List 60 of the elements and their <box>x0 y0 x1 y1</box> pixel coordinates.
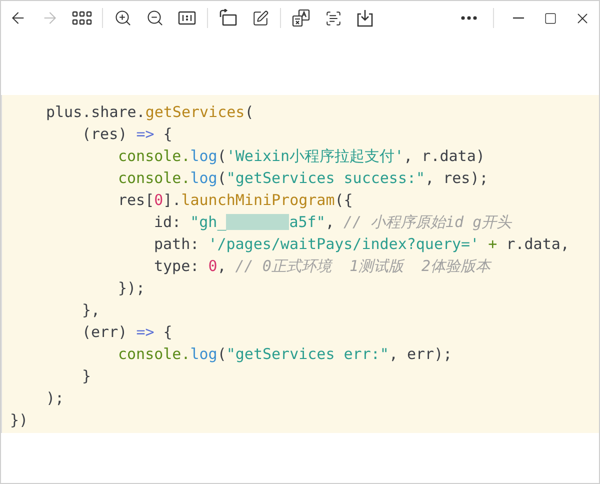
code-text: { <box>162 322 172 342</box>
code-text: r.data, <box>505 234 570 254</box>
code-text: path: <box>154 234 200 254</box>
more-icon <box>461 16 477 20</box>
code-text: ( <box>217 344 226 364</box>
code-text: (err) <box>82 322 128 342</box>
string-literal: 'Weixin小程序拉起支付' <box>226 146 404 166</box>
rotate-icon <box>219 9 237 27</box>
arrow-operator: => <box>136 322 154 342</box>
scan-text-icon <box>324 10 342 26</box>
code-text: , <box>217 256 228 276</box>
method-name: log <box>190 344 218 364</box>
number-literal: 0 <box>154 190 164 210</box>
zoom-out-icon <box>146 9 164 27</box>
object-name: console. <box>118 168 190 188</box>
actual-size-icon <box>178 11 196 25</box>
download-icon <box>356 9 374 27</box>
string-literal: a5f" <box>289 212 326 232</box>
function-name: launchMiniProgram <box>181 190 335 210</box>
string-literal: "getServices success:" <box>226 168 426 188</box>
code-text: }, <box>82 300 100 320</box>
code-text: ]. <box>163 190 182 210</box>
code-text: res[ <box>118 190 154 210</box>
code-comment: // 0正式环境 1测试版 2体验版本 <box>235 256 491 276</box>
number-literal: 0 <box>208 256 218 276</box>
pen-square-icon <box>252 10 268 26</box>
string-literal: "gh_ <box>190 212 226 232</box>
code-text: ( <box>244 102 254 122</box>
redaction-blur <box>226 214 290 230</box>
zoom-in-icon <box>114 9 132 27</box>
string-literal: "getServices err:" <box>226 344 389 364</box>
code-text: { <box>162 124 172 144</box>
code-text: (res) <box>82 124 128 144</box>
code-text: , <box>325 212 336 232</box>
method-name: log <box>190 168 218 188</box>
function-name: getServices <box>145 102 245 122</box>
code-text: }) <box>10 410 28 430</box>
code-text: , err); <box>388 344 452 364</box>
object-name: console. <box>118 146 190 166</box>
code-text: type: <box>154 256 200 276</box>
code-text: ({ <box>334 190 353 210</box>
translate-icon <box>292 9 310 27</box>
code-text: ( <box>217 146 226 166</box>
arrow-operator: => <box>136 124 154 144</box>
code-text: }); <box>118 278 146 298</box>
code-text: , r.data) <box>404 146 485 166</box>
code-comment: // 小程序原始id g开头 <box>343 212 512 232</box>
code-text: } <box>82 366 92 386</box>
string-literal: '/pages/waitPays/index?query=' <box>208 234 480 254</box>
grid-icon <box>72 11 92 25</box>
code-text: ( <box>217 168 226 188</box>
minimize-icon <box>512 17 524 19</box>
code-text: ); <box>46 388 64 408</box>
maximize-icon <box>544 12 556 24</box>
code-text: , res); <box>425 168 488 188</box>
plus-operator: + <box>487 234 498 254</box>
code-text: plus.share. <box>46 102 146 122</box>
object-name: console. <box>118 344 190 364</box>
code-text: id: <box>154 212 182 232</box>
method-name: log <box>190 146 218 166</box>
